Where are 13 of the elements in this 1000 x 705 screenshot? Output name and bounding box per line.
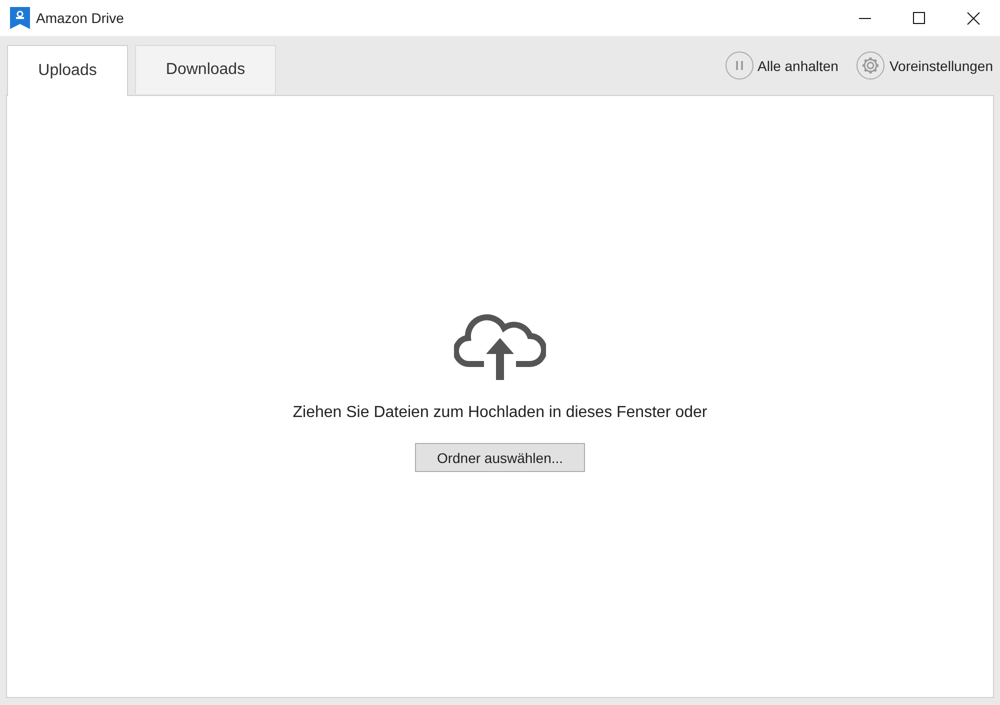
- tab[interactable]: Uploads: [7, 45, 128, 96]
- settings-button[interactable]: Voreinstellungen: [856, 51, 993, 80]
- pause-icon: [724, 51, 754, 80]
- choose-folder-button[interactable]: Ordner auswählen...: [415, 443, 585, 472]
- app-logo-icon: [10, 7, 30, 29]
- pause-all-button[interactable]: Alle anhalten: [724, 51, 838, 80]
- tab[interactable]: Downloads: [135, 45, 276, 94]
- window-title: Amazon Drive: [36, 10, 125, 26]
- settings-icon: [856, 51, 886, 80]
- drop-instruction-text: Ziehen Sie Dateien zum Hochladen in dieses Fenster oder: [292, 404, 708, 422]
- close-icon: [966, 12, 980, 24]
- maximize-icon: [913, 12, 925, 24]
- cloud-upload-icon: [454, 314, 546, 380]
